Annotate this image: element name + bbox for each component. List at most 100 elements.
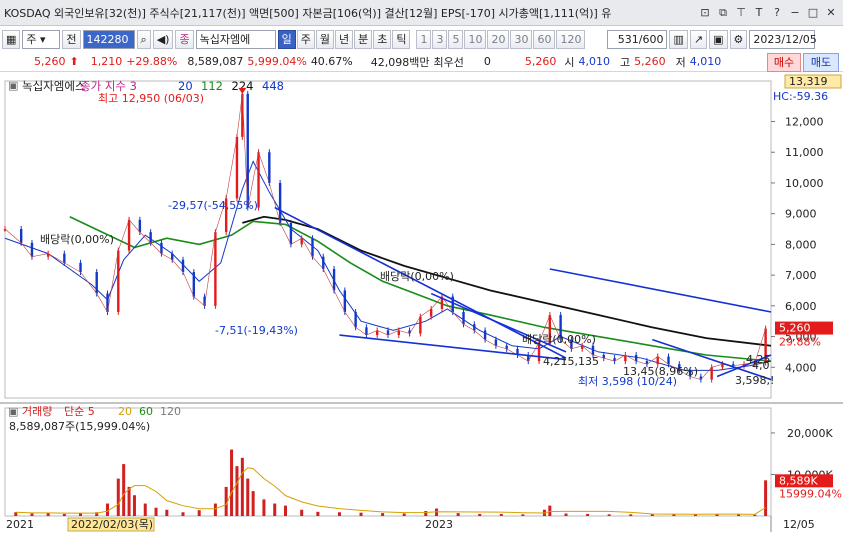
close-icon[interactable]: ✕	[823, 5, 839, 21]
volume-bar	[402, 513, 406, 516]
trade-amount: 42,098백만	[370, 55, 430, 69]
market-type-select[interactable]: 주 ▾	[22, 29, 61, 49]
price-candle	[376, 330, 379, 336]
minimize-icon[interactable]: −	[787, 5, 803, 21]
price-candle	[332, 268, 336, 291]
volume-bar	[262, 499, 266, 516]
period-tab-일[interactable]: 일	[277, 29, 296, 49]
window-controls: ⊡ ⧉ ⊤ T? − □ ✕	[697, 5, 843, 21]
full-button[interactable]: 전	[62, 29, 81, 49]
copy-icon[interactable]: ⧉	[715, 5, 731, 21]
price-candle	[79, 262, 82, 273]
preferred-label: 최우선	[433, 55, 464, 69]
volume-legend-icon: ▣	[8, 405, 18, 418]
date-field[interactable]: 2023/12/05	[749, 29, 817, 49]
gear-icon[interactable]: ⚙	[729, 29, 748, 49]
stock-name-field[interactable]: 녹십자엠에	[195, 29, 276, 49]
period-tab-월[interactable]: 월	[315, 29, 334, 49]
volume-bar	[105, 503, 109, 516]
price-candle	[365, 327, 368, 336]
up-arrow-icon: ⬆	[69, 55, 79, 68]
volume-legend-3: 60	[139, 405, 153, 418]
price-candle	[171, 253, 174, 260]
price-candle	[63, 253, 66, 263]
legend-ma-112: 112	[201, 79, 223, 93]
help-icon[interactable]: ?	[769, 5, 785, 21]
draw-icon[interactable]: ↗	[689, 29, 708, 49]
price-candle	[127, 219, 131, 251]
volume-bar	[753, 514, 757, 516]
volume-bar	[240, 457, 244, 516]
minute-tab-60[interactable]: 60	[533, 29, 556, 49]
sell-button[interactable]: 매도	[803, 53, 839, 72]
stock-icon[interactable]: 종	[175, 29, 194, 49]
legend-stock-name: 녹십자엠에스	[22, 79, 85, 93]
volume-value: 8,589,087	[187, 55, 244, 68]
x-label-2021: 2021	[6, 518, 34, 531]
volume-bar	[424, 511, 428, 516]
period-tab-분[interactable]: 분	[354, 29, 373, 49]
maximize-icon[interactable]: □	[805, 5, 821, 21]
count-total: /600	[638, 32, 664, 46]
volume-bar	[456, 513, 460, 516]
save-icon[interactable]: ▣	[709, 29, 728, 49]
volume-bar	[337, 512, 341, 516]
volume-bar	[127, 486, 131, 516]
open-price: 4,010	[578, 55, 611, 68]
bar-count-input[interactable]: 531/600	[607, 29, 668, 49]
price-candle	[494, 339, 498, 346]
annotation-dividend3: 배당락(0,00%)	[522, 333, 596, 346]
period-tab-주[interactable]: 주	[296, 29, 315, 49]
y-tick-label: 8,000	[785, 238, 817, 251]
period-tab-초[interactable]: 초	[373, 29, 392, 49]
volume-bar	[165, 509, 169, 516]
pin-icon[interactable]: ⊤	[733, 5, 749, 21]
annotation-r2: 4,0	[752, 359, 770, 372]
minute-tab-5[interactable]: 5	[448, 29, 464, 49]
volume-bar	[548, 505, 552, 516]
toolbar: ▦ 주 ▾ 전 142280 ⌕ ◀) 종 녹십자엠에 일주월년분초틱 1351…	[0, 27, 843, 51]
period-tab-틱[interactable]: 틱	[392, 29, 411, 49]
grid-icon[interactable]: ▦	[2, 29, 21, 49]
restore-icon[interactable]: ⊡	[697, 5, 713, 21]
price-candle	[117, 250, 120, 312]
buy-button[interactable]: 매수	[767, 53, 801, 72]
price-candle	[138, 219, 142, 233]
minute-tab-120[interactable]: 120	[556, 29, 586, 49]
minute-tab-10[interactable]: 10	[464, 29, 487, 49]
search-icon[interactable]: ⌕	[136, 29, 151, 49]
stock-chart[interactable]: 12,000 11,000 10,000 9,000 8,000 7,000 6,000 5,…	[0, 73, 843, 539]
preferred-value: 0	[483, 55, 491, 68]
price-candle	[343, 290, 347, 312]
volume-bar	[197, 510, 201, 516]
volume-legend-4: 120	[160, 405, 181, 418]
y-tick-label: 6,000	[785, 300, 817, 313]
y-tick-label: 7,000	[785, 269, 817, 282]
price-panel	[4, 80, 772, 399]
window-titlebar: KOSDAQ 외국인보유[32(천)] 주식수[21,117(천)] 액면[50…	[0, 0, 843, 26]
price-candle	[429, 308, 433, 317]
volume-bar	[586, 513, 590, 516]
y-tick-label: 10,000	[785, 177, 824, 190]
minute-tab-1[interactable]: 1	[416, 29, 432, 49]
volume-bar	[359, 512, 363, 516]
stock-code-input[interactable]: 142280	[82, 29, 135, 49]
chart-settings-icon[interactable]: ▥	[669, 29, 688, 49]
legend-ma-448: 448	[262, 79, 284, 93]
minute-tab-20[interactable]: 20	[487, 29, 510, 49]
price-candle	[656, 356, 659, 365]
price-candle	[624, 354, 627, 362]
legend-ma-20: 20	[178, 79, 193, 93]
period-tab-년[interactable]: 년	[334, 29, 354, 49]
minute-tab-30[interactable]: 30	[510, 29, 533, 49]
low-price: 4,010	[689, 55, 722, 68]
text-icon[interactable]: T	[751, 5, 767, 21]
volume-current-pct: 15999.04%	[779, 487, 842, 500]
minute-tab-3[interactable]: 3	[432, 29, 448, 49]
current-price-label: 5,260	[779, 322, 811, 335]
count-value: 531	[617, 32, 639, 46]
volume-bar	[116, 478, 120, 516]
volume-bar	[122, 464, 126, 516]
volume-legend-0: 거래량	[22, 405, 52, 418]
sound-icon[interactable]: ◀)	[152, 29, 174, 49]
